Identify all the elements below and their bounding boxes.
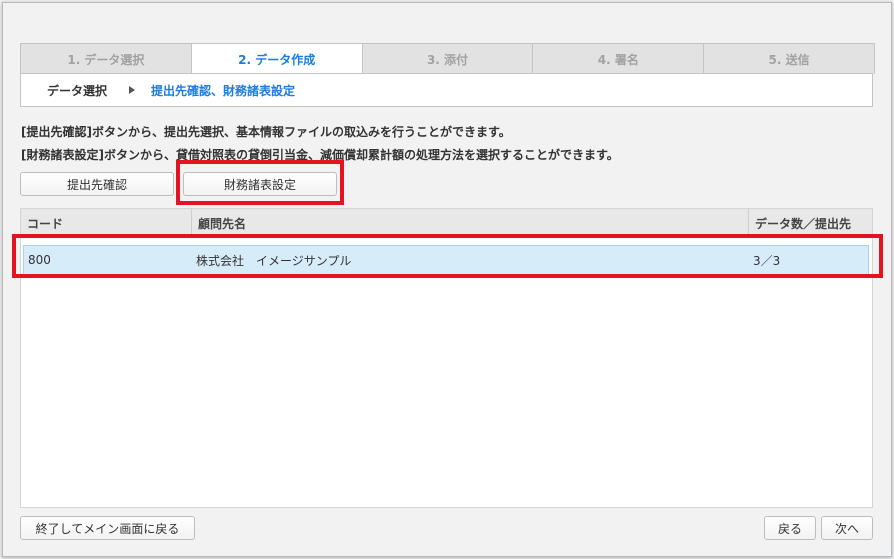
tab-attach[interactable]: 3. 添付: [362, 44, 534, 74]
back-button[interactable]: 戻る: [764, 516, 816, 540]
description-line-1: [提出先確認]ボタンから、提出先選択、基本情報ファイルの取込みを行うことができま…: [21, 125, 511, 139]
column-header-client-name[interactable]: 顧問先名: [191, 209, 748, 237]
highlight-box-button: [176, 160, 344, 205]
tab-send[interactable]: 5. 送信: [704, 44, 874, 74]
column-header-data-count[interactable]: データ数／提出先: [748, 209, 872, 237]
breadcrumb-current: 提出先確認、財務諸表設定: [151, 83, 296, 98]
breadcrumb-previous: データ選択: [47, 83, 108, 98]
highlight-box-row: [12, 234, 883, 278]
column-header-code[interactable]: コード: [21, 209, 191, 237]
breadcrumb-arrow-icon: [129, 86, 136, 94]
tab-data-create[interactable]: 2. データ作成: [191, 44, 363, 74]
step-tabs: 1. データ選択 2. データ作成 3. 添付 4. 署名 5. 送信: [20, 43, 875, 74]
breadcrumb: データ選択 提出先確認、財務諸表設定: [20, 73, 873, 107]
tab-sign[interactable]: 4. 署名: [533, 44, 705, 74]
confirm-destination-button[interactable]: 提出先確認: [20, 172, 174, 196]
tab-data-select[interactable]: 1. データ選択: [21, 44, 192, 74]
exit-to-main-button[interactable]: 終了してメイン画面に戻る: [20, 516, 195, 540]
next-button[interactable]: 次へ: [821, 516, 873, 540]
wizard-dialog: 1. データ選択 2. データ作成 3. 添付 4. 署名 5. 送信 データ選…: [2, 2, 892, 557]
